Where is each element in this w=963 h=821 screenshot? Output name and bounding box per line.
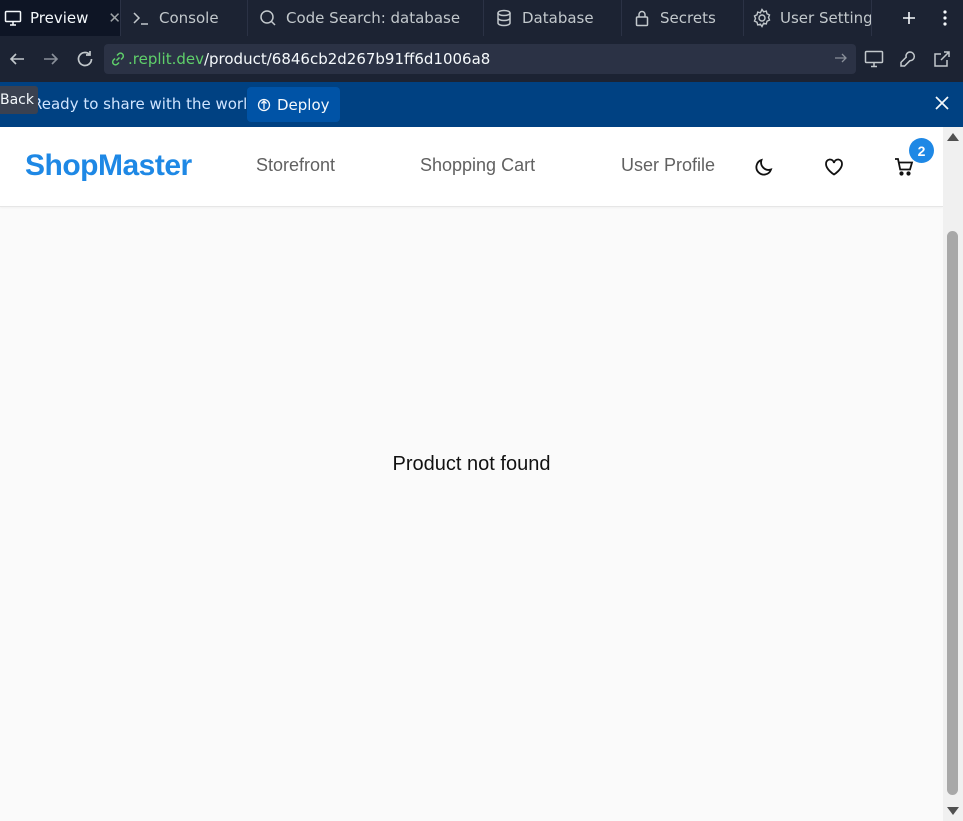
nav-shopping-cart[interactable]: Shopping Cart [420,155,535,176]
site-logo[interactable]: ShopMaster [25,149,192,183]
wishlist-heart-icon[interactable] [821,154,847,180]
nav-storefront[interactable]: Storefront [256,155,335,176]
dark-mode-moon-icon[interactable] [751,154,777,180]
tab-console[interactable]: Console [121,0,248,36]
lock-icon [632,8,652,28]
deploy-banner: Ready to share with the world? Deploy [0,82,963,127]
go-arrow-icon[interactable] [834,51,848,69]
tab-label: User Setting [780,9,872,27]
preview-tools [861,44,955,74]
terminal-icon [131,8,151,28]
site-header: ShopMaster Storefront Shopping Cart User… [0,127,943,207]
tab-database[interactable]: Database [484,0,622,36]
back-tooltip: Back [0,86,38,114]
url-path: /product/6846cb2d267b91ff6d1006a8 [203,50,491,68]
product-not-found-message: Product not found [392,453,551,475]
nav-user-profile[interactable]: User Profile [621,155,715,176]
forward-button[interactable] [34,36,68,82]
url-field[interactable]: .replit.dev/product/6846cb2d267b91ff6d10… [104,44,856,74]
reload-button[interactable] [68,36,102,82]
new-tab-button[interactable] [891,0,927,36]
url-host: .replit.dev [128,50,204,68]
device-view-icon[interactable] [861,44,887,74]
monitor-icon [4,8,22,28]
scroll-up-arrow-icon[interactable] [947,133,959,141]
tab-actions [891,0,963,36]
open-new-window-icon[interactable] [929,44,955,74]
close-banner-icon[interactable] [935,95,949,114]
close-icon[interactable]: ✕ [108,9,120,27]
deploy-icon [257,98,271,112]
tab-secrets[interactable]: Secrets [622,0,744,36]
tab-preview[interactable]: Preview ✕ [0,0,121,36]
tab-label: Console [159,9,219,27]
tab-label: Preview [30,9,89,27]
more-options-button[interactable] [927,0,963,36]
cart-count-badge: 2 [909,138,934,163]
tab-label: Secrets [660,9,716,27]
tab-label: Code Search: database [286,9,461,27]
tab-label: Database [522,9,594,27]
gear-icon [752,8,772,28]
workspace-tab-bar: Preview ✕ Console Code Search: database … [0,0,963,36]
tab-user-settings[interactable]: User Setting [744,0,872,36]
link-icon [110,51,126,67]
scroll-thumb[interactable] [947,231,958,795]
search-icon [258,8,278,28]
page-scrollbar[interactable] [943,127,963,821]
deploy-label: Deploy [277,95,330,114]
banner-text: Ready to share with the world? [32,95,265,113]
address-bar: .replit.dev/product/6846cb2d267b91ff6d10… [0,36,963,82]
devtools-wrench-icon[interactable] [895,44,921,74]
back-button[interactable] [0,36,34,82]
tab-code-search[interactable]: Code Search: database [248,0,484,36]
database-icon [494,8,514,28]
preview-page: ShopMaster Storefront Shopping Cart User… [0,127,943,821]
scroll-down-arrow-icon[interactable] [947,807,959,815]
deploy-button[interactable]: Deploy [247,87,340,122]
